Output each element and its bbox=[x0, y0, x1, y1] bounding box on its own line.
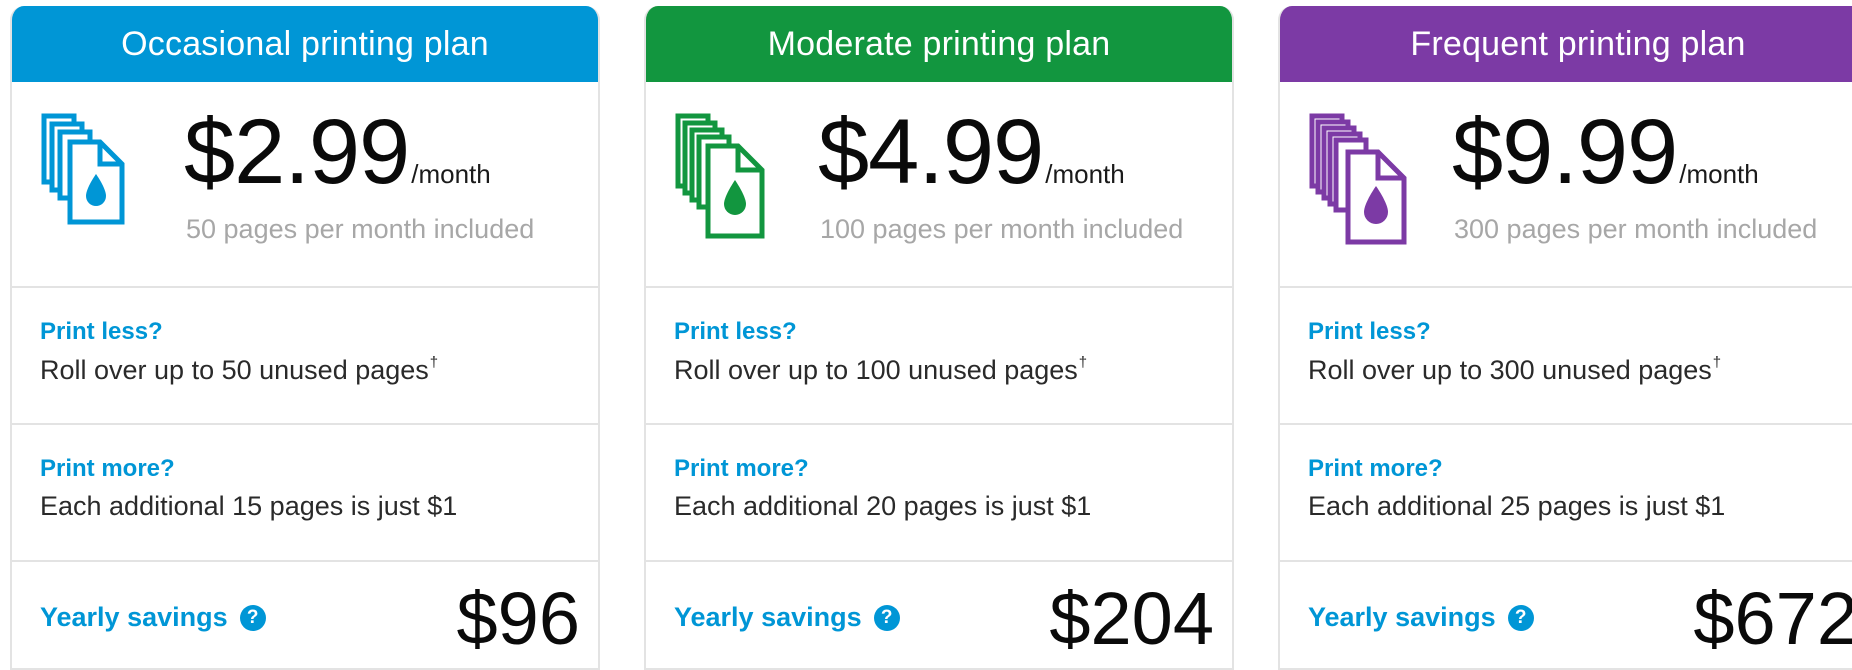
print-less-text: Roll over up to 50 unused pages† bbox=[40, 354, 438, 386]
plan-price: $2.99 bbox=[184, 101, 410, 203]
pages-included: 50 pages per month included bbox=[186, 214, 535, 244]
print-less-section: Print less? Roll over up to 50 unused pa… bbox=[12, 288, 598, 425]
savings-label-text: Yearly savings bbox=[40, 602, 228, 632]
help-icon[interactable]: ? bbox=[873, 604, 900, 631]
print-less-title: Print less? bbox=[40, 318, 163, 345]
plan-title: Moderate printing plan bbox=[767, 24, 1111, 63]
print-more-title: Print more? bbox=[1308, 455, 1443, 482]
footnote-mark: † bbox=[1712, 354, 1722, 371]
print-more-text: Each additional 15 pages is just $1 bbox=[40, 491, 458, 521]
yearly-savings-label: Yearly savings ? bbox=[40, 602, 266, 633]
print-more-title: Print more? bbox=[674, 455, 809, 482]
plan-header: Occasional printing plan bbox=[12, 6, 598, 82]
yearly-savings-section: Yearly savings ? $204 bbox=[646, 562, 1232, 668]
plan-card-moderate: Moderate printing plan $4.99/month 100 p… bbox=[644, 6, 1234, 670]
print-less-section: Print less? Roll over up to 100 unused p… bbox=[646, 288, 1232, 425]
price-line: $2.99/month bbox=[184, 100, 491, 205]
print-less-text: Roll over up to 300 unused pages† bbox=[1308, 354, 1721, 386]
print-more-title: Print more? bbox=[40, 455, 175, 482]
yearly-savings-value: $204 bbox=[1049, 577, 1214, 660]
yearly-savings-value: $96 bbox=[456, 577, 580, 660]
plan-pricing: $4.99/month 100 pages per month included bbox=[646, 82, 1232, 288]
yearly-savings-label: Yearly savings ? bbox=[1308, 602, 1534, 633]
print-more-section: Print more? Each additional 20 pages is … bbox=[646, 425, 1232, 562]
plan-title: Occasional printing plan bbox=[121, 24, 489, 63]
plan-price: $9.99 bbox=[1452, 101, 1678, 203]
rollover-text: Roll over up to 100 unused pages bbox=[674, 355, 1078, 385]
savings-label-text: Yearly savings bbox=[1308, 602, 1496, 632]
print-less-title: Print less? bbox=[1308, 318, 1431, 345]
print-more-text: Each additional 25 pages is just $1 bbox=[1308, 491, 1726, 521]
plan-header: Frequent printing plan bbox=[1280, 6, 1852, 82]
savings-label-text: Yearly savings bbox=[674, 602, 862, 632]
footnote-mark: † bbox=[429, 354, 439, 371]
print-less-text: Roll over up to 100 unused pages† bbox=[674, 354, 1087, 386]
plan-card-occasional: Occasional printing plan $2.99/month 50 … bbox=[10, 6, 600, 670]
plan-pricing: $9.99/month 300 pages per month included bbox=[1280, 82, 1852, 288]
print-less-title: Print less? bbox=[674, 318, 797, 345]
price-period: /month bbox=[1045, 159, 1125, 189]
page-stack-ink-drop-icon bbox=[675, 113, 765, 239]
price-line: $4.99/month bbox=[818, 100, 1125, 205]
page-stack-ink-drop-icon bbox=[41, 113, 125, 225]
plan-pricing: $2.99/month 50 pages per month included bbox=[12, 82, 598, 288]
pages-included: 300 pages per month included bbox=[1454, 214, 1818, 244]
yearly-savings-section: Yearly savings ? $96 bbox=[12, 562, 598, 668]
help-icon[interactable]: ? bbox=[1507, 604, 1534, 631]
rollover-text: Roll over up to 50 unused pages bbox=[40, 355, 429, 385]
price-period: /month bbox=[1679, 159, 1759, 189]
print-more-section: Print more? Each additional 15 pages is … bbox=[12, 425, 598, 562]
yearly-savings-value: $672 bbox=[1693, 577, 1852, 660]
plan-header: Moderate printing plan bbox=[646, 6, 1232, 82]
help-icon[interactable]: ? bbox=[239, 604, 266, 631]
plan-title: Frequent printing plan bbox=[1410, 24, 1746, 63]
rollover-text: Roll over up to 300 unused pages bbox=[1308, 355, 1712, 385]
plan-card-frequent: Frequent printing plan $9.99/month 300 p… bbox=[1278, 6, 1852, 670]
pages-included: 100 pages per month included bbox=[820, 214, 1184, 244]
page-stack-ink-drop-icon bbox=[1309, 113, 1407, 245]
print-more-section: Print more? Each additional 25 pages is … bbox=[1280, 425, 1852, 562]
plan-price: $4.99 bbox=[818, 101, 1044, 203]
print-less-section: Print less? Roll over up to 300 unused p… bbox=[1280, 288, 1852, 425]
yearly-savings-section: Yearly savings ? $672 bbox=[1280, 562, 1852, 668]
print-more-text: Each additional 20 pages is just $1 bbox=[674, 491, 1092, 521]
footnote-mark: † bbox=[1078, 354, 1088, 371]
price-line: $9.99/month bbox=[1452, 100, 1759, 205]
price-period: /month bbox=[411, 159, 491, 189]
yearly-savings-label: Yearly savings ? bbox=[674, 602, 900, 633]
